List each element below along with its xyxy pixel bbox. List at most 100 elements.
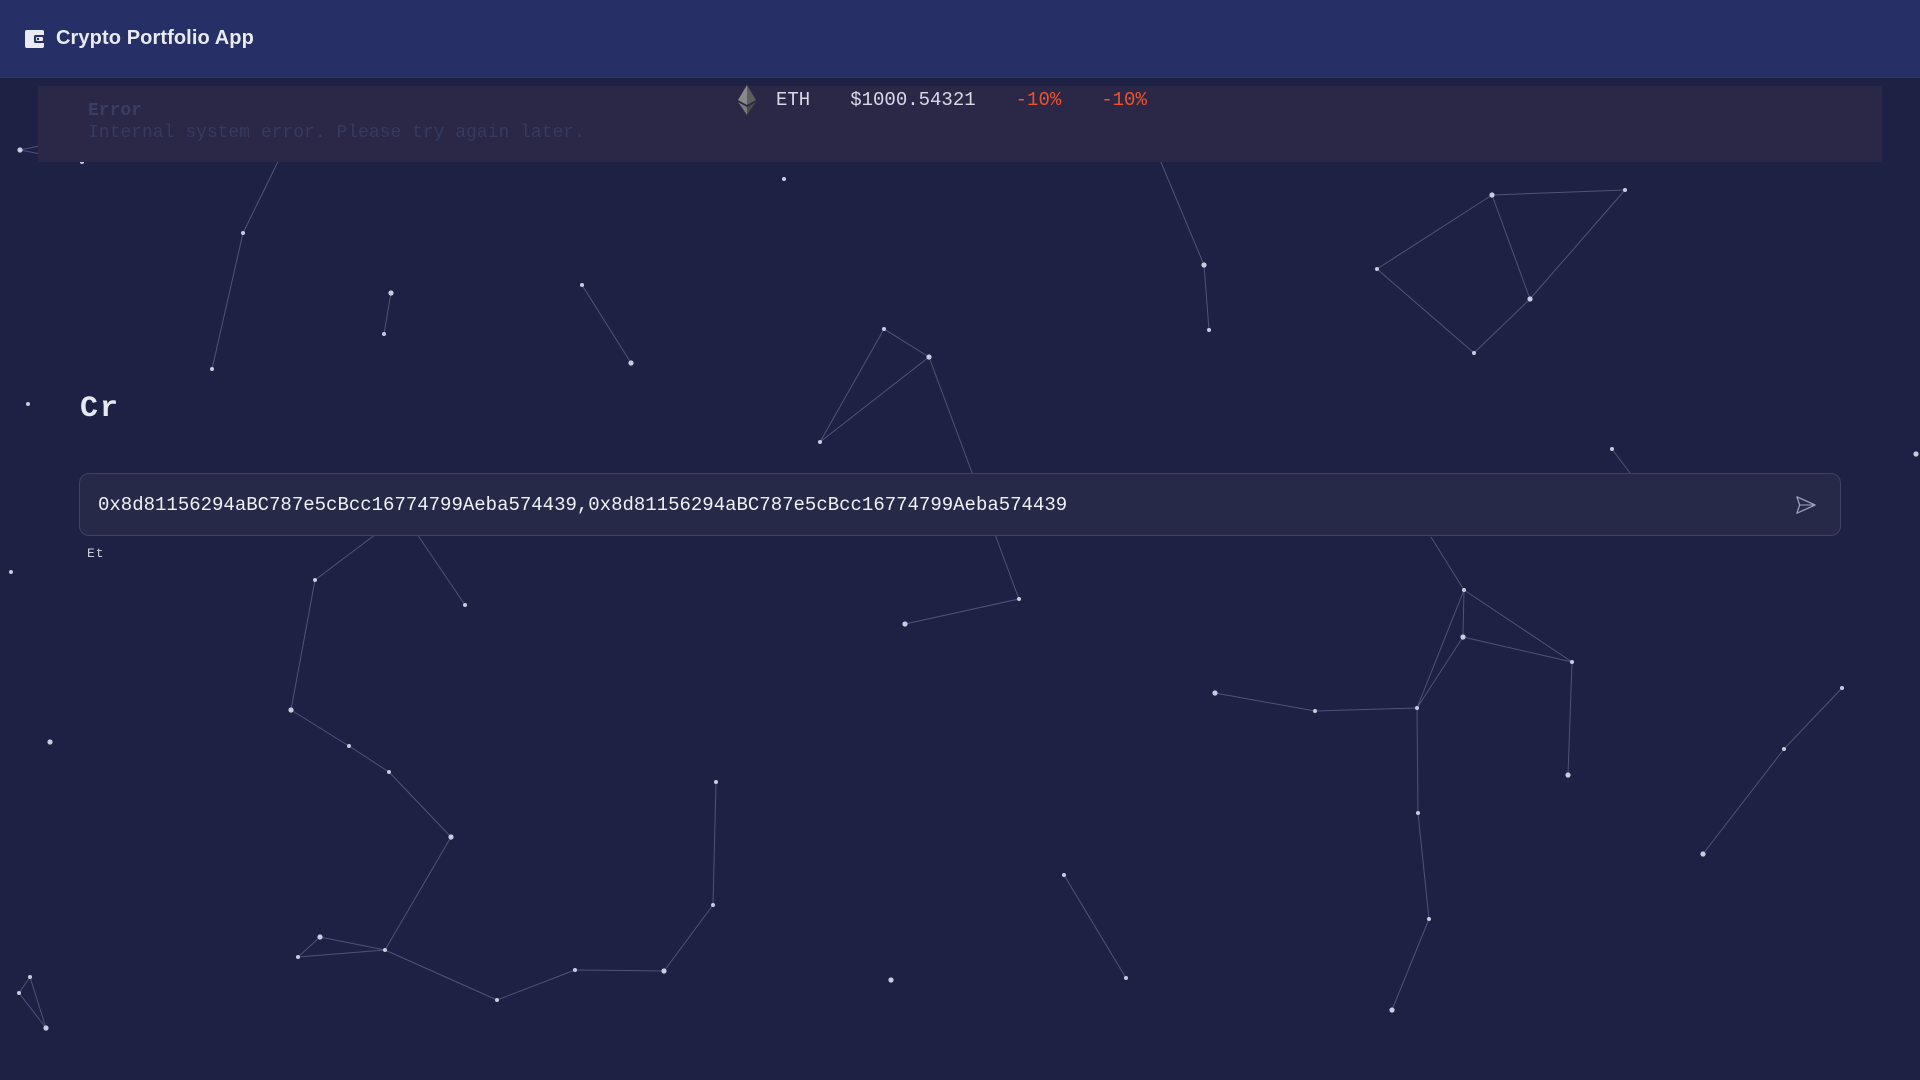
- constellation-line: [1376, 268, 1475, 354]
- page-heading: Cr: [80, 392, 121, 426]
- constellation-star: [17, 991, 21, 995]
- constellation-line: [319, 936, 386, 951]
- constellation-line: [1417, 812, 1430, 920]
- constellation-star: [388, 290, 394, 296]
- constellation-star: [43, 1025, 49, 1031]
- constellation-line: [1416, 636, 1464, 709]
- constellation-star: [210, 367, 214, 371]
- constellation-star: [1700, 851, 1706, 857]
- constellation-star: [1062, 873, 1066, 877]
- constellation-line: [1416, 589, 1465, 709]
- constellation-star: [1375, 267, 1379, 271]
- constellation-star: [628, 360, 634, 366]
- constellation-star: [382, 332, 386, 336]
- constellation-star: [1416, 811, 1420, 815]
- app-bar: Crypto Portfolio App: [0, 0, 1920, 78]
- constellation-star: [888, 977, 894, 983]
- helper-text: Et: [87, 546, 105, 561]
- constellation-star: [573, 968, 577, 972]
- constellation-star: [1472, 351, 1476, 355]
- constellation-line: [581, 284, 632, 364]
- constellation-line: [29, 976, 47, 1029]
- constellation-line: [297, 949, 386, 958]
- constellation-star: [711, 903, 715, 907]
- constellation-line: [1391, 918, 1430, 1011]
- constellation-star: [661, 968, 667, 974]
- constellation-star: [1415, 706, 1419, 710]
- constellation-star: [1913, 451, 1919, 457]
- constellation-star: [1207, 328, 1211, 332]
- constellation-line: [904, 598, 1020, 625]
- constellation-star: [1212, 690, 1218, 696]
- constellation-line: [712, 781, 717, 906]
- constellation-star: [313, 578, 317, 582]
- constellation-star: [383, 948, 387, 952]
- constellation-line: [384, 836, 452, 951]
- constellation-star: [1017, 597, 1021, 601]
- constellation-line: [383, 292, 392, 335]
- constellation-star: [1782, 747, 1786, 751]
- constellation-star: [1201, 262, 1207, 268]
- send-icon[interactable]: [1790, 489, 1822, 521]
- constellation-star: [463, 603, 467, 607]
- constellation-line: [290, 709, 350, 747]
- app-title: Crypto Portfolio App: [56, 27, 254, 49]
- constellation-line: [1491, 189, 1626, 196]
- constellation-line: [819, 328, 885, 443]
- constellation-line: [18, 976, 31, 994]
- constellation-line: [1462, 589, 1465, 638]
- constellation-line: [1473, 298, 1531, 354]
- constellation-line: [1416, 707, 1419, 814]
- constellation-line: [819, 356, 930, 443]
- constellation-line: [1783, 687, 1843, 750]
- constellation-line: [496, 969, 576, 1001]
- constellation-star: [1389, 1007, 1395, 1013]
- constellation-line: [574, 969, 665, 972]
- wallet-address-input[interactable]: [98, 493, 1790, 516]
- constellation-star: [926, 354, 932, 360]
- constellation-line: [290, 579, 316, 711]
- constellation-line: [883, 328, 930, 358]
- constellation-line: [1702, 748, 1785, 855]
- constellation-line: [297, 936, 321, 958]
- constellation-star: [347, 744, 351, 748]
- address-input-box: [79, 473, 1841, 536]
- constellation-star: [288, 707, 294, 713]
- constellation-line: [211, 232, 244, 370]
- constellation-star: [296, 955, 300, 959]
- constellation-star: [818, 440, 822, 444]
- ethereum-icon: [736, 84, 758, 116]
- constellation-star: [1610, 447, 1614, 451]
- ticker-change-2: -10%: [1101, 89, 1147, 111]
- constellation-star: [1427, 917, 1431, 921]
- constellation-star: [495, 998, 499, 1002]
- constellation-line: [1463, 589, 1573, 663]
- error-message: Internal system error. Please try again …: [88, 123, 585, 143]
- constellation-star: [882, 327, 886, 331]
- constellation-star: [580, 283, 584, 287]
- constellation-star: [1460, 634, 1466, 640]
- constellation-star: [1623, 188, 1627, 192]
- constellation-star: [387, 770, 391, 774]
- price-ticker: ETH $1000.54321 -10% -10%: [736, 84, 1147, 116]
- constellation-star: [1565, 772, 1571, 778]
- constellation-star: [28, 975, 32, 979]
- constellation-line: [663, 904, 714, 972]
- constellation-star: [1462, 588, 1466, 592]
- ticker-change-1: -10%: [1015, 89, 1062, 111]
- constellation-star: [782, 177, 786, 181]
- constellation-star: [26, 402, 30, 406]
- constellation-line: [388, 771, 452, 838]
- wallet-icon: [24, 28, 46, 50]
- constellation-line: [1063, 874, 1127, 979]
- constellation-line: [1611, 448, 1631, 474]
- constellation-line: [1376, 194, 1493, 270]
- constellation-star: [1489, 192, 1495, 198]
- constellation-line: [1314, 707, 1418, 712]
- constellation-star: [714, 780, 718, 784]
- constellation-line: [1567, 661, 1573, 776]
- constellation-star: [1570, 660, 1574, 664]
- constellation-star: [1313, 709, 1317, 713]
- ticker-price: $1000.54321: [850, 89, 976, 111]
- constellation-star: [448, 834, 454, 840]
